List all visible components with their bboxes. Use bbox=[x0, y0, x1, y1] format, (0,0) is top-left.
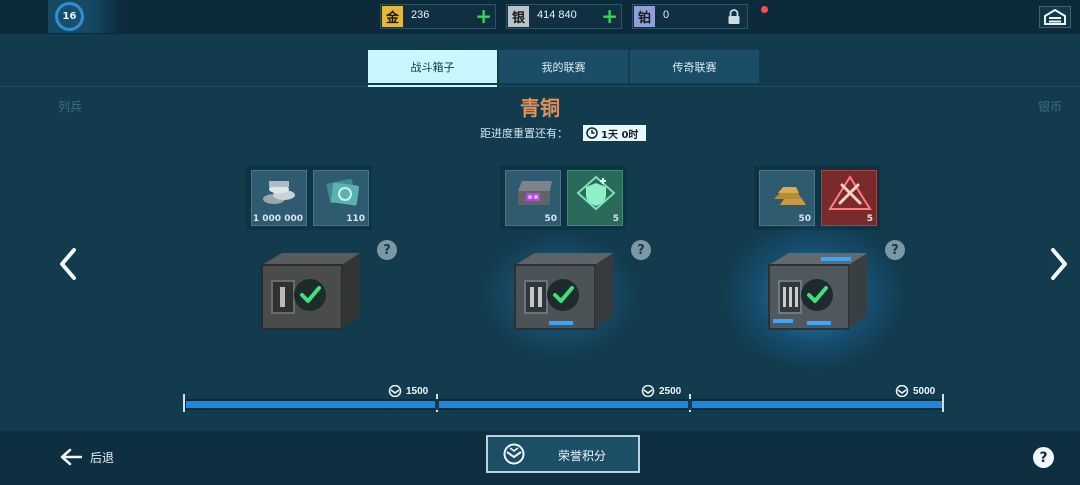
tier3-reward-attack-count: 5 bbox=[866, 214, 873, 224]
arrow-left-icon bbox=[60, 448, 82, 466]
silver-currency: 银 414 840 + bbox=[506, 4, 622, 29]
tier3-reward-attack[interactable]: 5 bbox=[821, 170, 877, 226]
tab-my-league[interactable]: 我的联赛 bbox=[499, 50, 628, 83]
shield-upgrade-icon bbox=[576, 175, 616, 211]
next-league-arrow-icon[interactable] bbox=[1047, 246, 1071, 282]
tab-battle-chests[interactable]: 战斗箱子 bbox=[368, 50, 497, 83]
tier2-help-button[interactable]: ? bbox=[631, 240, 651, 260]
platinum-currency: 铂 0 bbox=[632, 4, 748, 29]
tier3-reward-gold-count: 50 bbox=[798, 214, 811, 224]
platinum-icon: 铂 bbox=[634, 6, 655, 27]
tier1-reward-silver[interactable]: 1 000 000 bbox=[251, 170, 307, 226]
progress-gap-1 bbox=[435, 399, 439, 410]
back-button[interactable]: 后退 bbox=[60, 446, 114, 468]
honor-points-label: 荣誉积分 bbox=[558, 449, 607, 463]
reset-countdown-chip: 1天 0时 bbox=[583, 125, 646, 141]
tier3-reward-gold[interactable]: 50 bbox=[759, 170, 815, 226]
honor-emblem-icon bbox=[503, 443, 525, 465]
gold-icon: 金 bbox=[382, 6, 403, 27]
progress-tick-5000 bbox=[942, 394, 944, 412]
threshold-3-value: 5000 bbox=[913, 385, 936, 397]
reset-countdown-value: 1天 0时 bbox=[601, 129, 639, 141]
hangar-icon bbox=[1044, 9, 1066, 25]
honor-points-icon bbox=[641, 385, 655, 397]
gold-currency: 金 236 + bbox=[380, 4, 496, 29]
progress-gap-2 bbox=[688, 399, 692, 410]
tabs-divider bbox=[0, 86, 1080, 87]
threshold-1-value: 1500 bbox=[406, 385, 429, 397]
previous-league-label[interactable]: 列兵 bbox=[58, 98, 82, 115]
tier2-reward-shield-count: 5 bbox=[612, 214, 619, 224]
active-tab-underline bbox=[368, 85, 497, 87]
open-crate-icon bbox=[518, 181, 552, 205]
chest-tier-3-icon[interactable] bbox=[759, 245, 874, 337]
platinum-amount: 0 bbox=[663, 9, 670, 21]
threshold-1: 1500 bbox=[388, 384, 428, 398]
back-button-label: 后退 bbox=[90, 450, 115, 465]
attack-boost-icon bbox=[828, 175, 872, 210]
notification-dot bbox=[761, 6, 768, 13]
help-button[interactable]: ? bbox=[1033, 447, 1054, 468]
threshold-2-value: 2500 bbox=[659, 385, 682, 397]
progress-fill bbox=[186, 401, 942, 408]
chest-tier-1-icon[interactable] bbox=[252, 245, 367, 337]
tier2-reward-crate[interactable]: 50 bbox=[505, 170, 561, 226]
player-level: 16 bbox=[55, 2, 84, 31]
hangar-button[interactable] bbox=[1039, 6, 1071, 28]
clock-icon bbox=[586, 127, 598, 139]
tier1-help-button[interactable]: ? bbox=[377, 240, 397, 260]
blueprint-cards-icon bbox=[326, 178, 360, 206]
threshold-2: 2500 bbox=[641, 384, 681, 398]
silver-amount: 414 840 bbox=[537, 9, 577, 21]
tier3-help-button[interactable]: ? bbox=[885, 240, 905, 260]
tier2-reward-crate-count: 50 bbox=[544, 214, 557, 224]
next-league-label[interactable]: 银币 bbox=[1038, 98, 1062, 115]
reset-countdown-label: 距进度重置还有： bbox=[480, 127, 568, 140]
silver-icon: 银 bbox=[508, 6, 529, 27]
chest-tier-2-icon[interactable] bbox=[505, 245, 620, 337]
honor-points-icon bbox=[895, 385, 909, 397]
honor-points-button[interactable]: 荣誉积分 bbox=[486, 435, 640, 473]
add-silver-button[interactable]: + bbox=[601, 6, 618, 27]
previous-league-arrow-icon[interactable] bbox=[56, 246, 80, 282]
honor-points-icon bbox=[388, 385, 402, 397]
tab-legend-league[interactable]: 传奇联赛 bbox=[630, 50, 759, 83]
tier2-reward-shield[interactable]: 5 bbox=[567, 170, 623, 226]
tier1-reward-blueprints[interactable]: 110 bbox=[313, 170, 369, 226]
current-league-title: 青铜 bbox=[520, 96, 560, 120]
lock-icon[interactable] bbox=[727, 9, 741, 25]
gold-amount: 236 bbox=[411, 9, 430, 21]
player-level-badge[interactable]: 16 bbox=[48, 0, 124, 33]
progress-tick-start bbox=[183, 394, 185, 412]
silver-coins-icon bbox=[263, 181, 295, 204]
tier1-reward-silver-count: 1 000 000 bbox=[252, 214, 303, 224]
tier1-reward-blueprints-count: 110 bbox=[346, 214, 365, 224]
gold-bars-icon bbox=[774, 187, 806, 205]
threshold-3: 5000 bbox=[895, 384, 935, 398]
add-gold-button[interactable]: + bbox=[475, 6, 492, 27]
